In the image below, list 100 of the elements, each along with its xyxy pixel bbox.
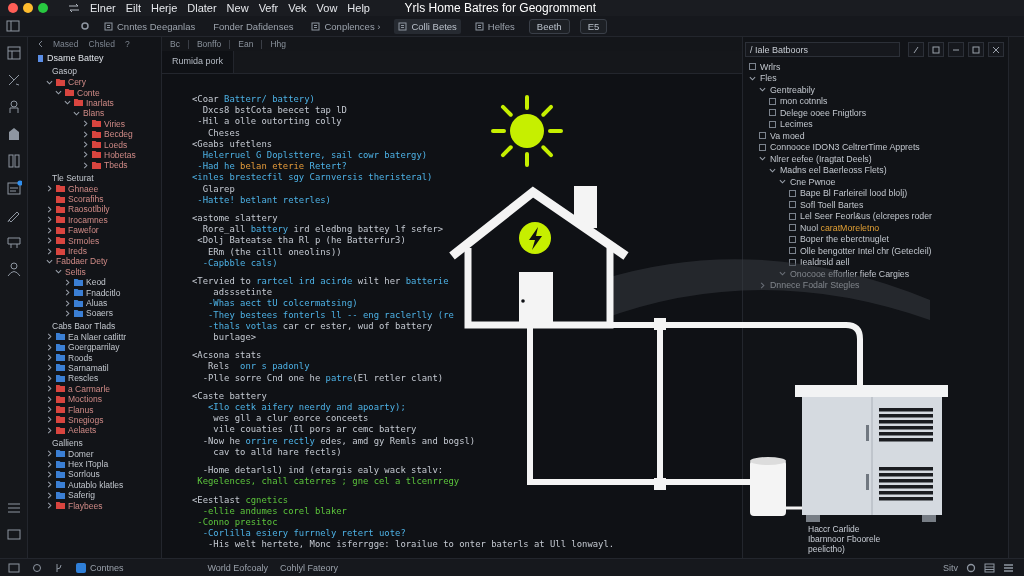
pin-icon[interactable]	[908, 42, 924, 57]
tree-item[interactable]: Delege ooee Fnigtlors	[780, 107, 867, 118]
panels-icon[interactable]	[6, 20, 20, 32]
tree-item[interactable]: Wrlrs	[760, 61, 781, 72]
chevron-icon[interactable]	[46, 257, 53, 265]
chevron-icon[interactable]	[64, 278, 71, 286]
menu-item[interactable]: Vek	[288, 2, 307, 14]
chevron-icon[interactable]	[46, 481, 53, 489]
menu-item[interactable]: Dlater	[187, 2, 217, 14]
list-icon[interactable]	[5, 500, 22, 516]
chevron-icon[interactable]	[46, 237, 53, 245]
tree-item[interactable]: Aelaets	[68, 425, 97, 436]
chevron-icon[interactable]	[73, 109, 80, 117]
chevron-icon[interactable]	[46, 502, 53, 510]
chevron-icon[interactable]	[82, 161, 89, 169]
tree-item[interactable]: Connooce IDON3 CeltrerTime Apprets	[770, 142, 920, 153]
panel-icon[interactable]	[8, 563, 20, 573]
tree-item[interactable]: Scorafihs	[68, 194, 104, 205]
tree-item[interactable]: a Carmarle	[68, 383, 111, 394]
chevron-icon[interactable]	[46, 343, 53, 351]
chevron-icon[interactable]	[769, 166, 776, 174]
chevron-icon[interactable]	[46, 416, 53, 424]
tree-item[interactable]: Raosotlbily	[68, 204, 110, 215]
tree-item[interactable]: Fabdaer Dety	[56, 256, 108, 267]
chevron-icon[interactable]	[46, 491, 53, 499]
chevron-icon[interactable]	[46, 333, 53, 341]
chevron-icon[interactable]	[46, 216, 53, 224]
chevron-icon[interactable]	[64, 299, 71, 307]
tree-item[interactable]: Lel Seer Feorl&us (elcrepes roder	[800, 211, 932, 222]
status-item[interactable]: World Eofcoaly	[207, 563, 268, 573]
toolbar-item[interactable]: Fonder Dafidenses	[209, 18, 298, 34]
sidebar-tab[interactable]: Mased	[53, 38, 79, 49]
table-icon[interactable]	[5, 234, 22, 250]
tree-item[interactable]: Madns eel Baerleoss Flets)	[780, 165, 887, 176]
chevron-icon[interactable]	[64, 289, 71, 297]
status-item[interactable]: Sitv	[943, 563, 958, 573]
chevron-icon[interactable]	[46, 460, 53, 468]
tree-item[interactable]: Viries	[104, 118, 126, 129]
chevron-icon[interactable]	[779, 178, 786, 186]
chevron-icon[interactable]	[46, 185, 53, 193]
tree-item[interactable]: mon cotnnls	[780, 96, 828, 107]
tree-item[interactable]: Aluas	[86, 298, 108, 308]
user-icon[interactable]	[5, 261, 22, 277]
tree-item[interactable]: Srmoles	[68, 235, 100, 246]
status-item[interactable]: Cohlyl Fateory	[279, 563, 338, 573]
menu-item[interactable]: Elner	[90, 2, 116, 14]
circle-icon[interactable]	[32, 563, 42, 573]
close-icon[interactable]	[988, 42, 1004, 57]
menu-item[interactable]: Vefr	[258, 2, 279, 14]
list-icon[interactable]	[1003, 563, 1014, 573]
chevron-icon[interactable]	[46, 247, 53, 255]
toolbar-button[interactable]: Beeth	[528, 18, 570, 34]
tree-item[interactable]: Moctions	[68, 394, 102, 405]
chevron-icon[interactable]	[82, 141, 89, 149]
chevron-icon[interactable]	[64, 99, 71, 107]
tree-item[interactable]: Onocooe efforlier fiefe Cargies	[790, 268, 910, 279]
tree-item[interactable]: Sorrlous	[68, 469, 100, 480]
tree-item[interactable]: Blans	[83, 108, 105, 119]
tree-item[interactable]: Rescles	[68, 373, 99, 384]
editor-tab[interactable]: Rumida pork	[162, 51, 235, 73]
tree-item[interactable]: Boper the eberctnuglet	[800, 234, 889, 245]
arrows-icon[interactable]	[68, 3, 80, 13]
chevron-icon[interactable]	[46, 78, 53, 86]
tree-item[interactable]: Becdeg	[104, 129, 133, 140]
grid-icon[interactable]	[984, 563, 995, 573]
back-icon[interactable]	[38, 39, 43, 48]
chevron-icon[interactable]	[46, 354, 53, 362]
chevron-icon[interactable]	[46, 406, 53, 413]
tree-item[interactable]: Dnnece Fodalr Stegles	[770, 280, 860, 291]
chevron-icon[interactable]	[759, 86, 766, 94]
tree-item[interactable]: Domer	[68, 448, 94, 459]
chevron-icon[interactable]	[55, 89, 62, 97]
tree-item[interactable]: Ireds	[68, 246, 87, 257]
tree-item[interactable]: Gentreabily	[770, 84, 815, 95]
chevron-icon[interactable]	[64, 309, 71, 317]
sidebar-tab[interactable]: Chsled	[88, 38, 115, 49]
tree-item[interactable]: Olle bengotter Intel chr (Getecleil)	[800, 245, 932, 256]
chevron-icon[interactable]	[46, 426, 53, 434]
tree-item[interactable]: Sarnamatil	[68, 362, 109, 373]
chevron-icon[interactable]	[779, 270, 786, 278]
tree-item[interactable]: Sofl Toell Bartes	[800, 199, 864, 210]
chevron-icon[interactable]	[82, 120, 89, 128]
tree-item[interactable]: Roods	[68, 352, 93, 363]
tree-item[interactable]: Bape Bl Farleireil lood blolj)	[800, 188, 908, 199]
tree-item[interactable]: Hobetas	[104, 149, 136, 160]
chevron-icon[interactable]	[46, 374, 53, 382]
toolbar-item[interactable]: Conplences ›	[307, 18, 385, 34]
monitor-icon[interactable]	[5, 527, 22, 543]
editor-toolbar-item[interactable]: Ean	[238, 39, 254, 49]
tree-item[interactable]: Fles	[760, 73, 777, 84]
sidebar-tab[interactable]: ?	[125, 38, 130, 49]
tree-item[interactable]: Ea Nlaer catlittr	[68, 331, 127, 342]
tree-item[interactable]: Flanus	[68, 404, 94, 415]
tree-item[interactable]: Inarlats	[86, 97, 114, 108]
layout-icon[interactable]	[928, 42, 944, 57]
tree-item[interactable]: Tbeds	[104, 160, 128, 171]
chevron-icon[interactable]	[759, 281, 766, 289]
chevron-icon[interactable]	[749, 74, 756, 82]
menu-item[interactable]: Vow	[316, 2, 338, 14]
tree-item[interactable]: Nlrer eefee (Iragtat Deels)	[770, 153, 872, 164]
